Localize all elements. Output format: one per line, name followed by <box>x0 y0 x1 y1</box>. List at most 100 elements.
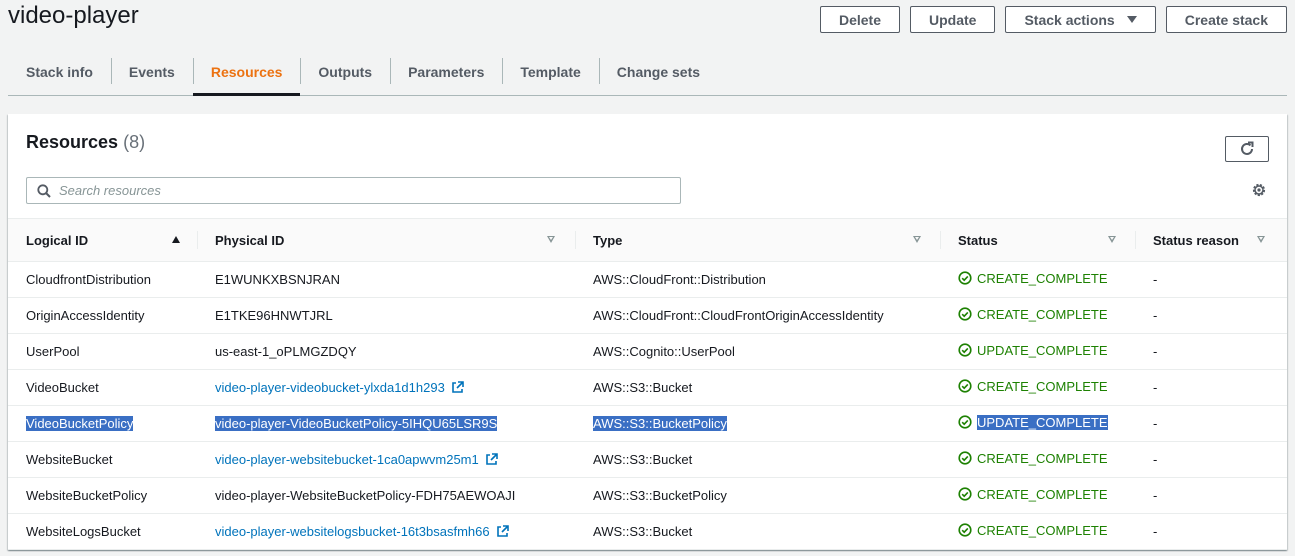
tab-change-sets[interactable]: Change sets <box>598 48 718 95</box>
logical-id-text: VideoBucketPolicy <box>26 416 134 431</box>
table-row[interactable]: WebsiteLogsBucket video-player-websitelog… <box>8 514 1287 550</box>
cell-status: CREATE_COMPLETE <box>940 298 1135 334</box>
delete-button[interactable]: Delete <box>819 6 900 33</box>
status-text: UPDATE_COMPLETE <box>977 342 1108 358</box>
cell-type: AWS::S3::BucketPolicy <box>575 406 940 442</box>
stack-actions-label: Stack actions <box>1024 11 1115 28</box>
cell-type: AWS::S3::BucketPolicy <box>575 478 940 514</box>
settings-button[interactable] <box>1251 182 1267 198</box>
cell-logical-id: WebsiteBucket <box>8 442 197 478</box>
check-circle-icon <box>958 307 972 321</box>
status-reason-text: - <box>1153 452 1158 467</box>
sort-icon <box>1257 236 1265 243</box>
tab-stack-info[interactable]: Stack info <box>8 48 111 95</box>
check-circle-icon <box>958 271 972 285</box>
status-badge: CREATE_COMPLETE <box>958 271 1108 286</box>
update-button[interactable]: Update <box>910 6 996 33</box>
col-status-reason[interactable]: Status reason <box>1135 219 1287 262</box>
cell-physical-id: video-player-websitelogsbucket-16t3bsasf… <box>197 514 575 550</box>
check-circle-icon <box>958 523 972 537</box>
refresh-button[interactable] <box>1225 136 1269 162</box>
status-badge: CREATE_COMPLETE <box>958 523 1108 538</box>
tab-parameters[interactable]: Parameters <box>390 48 502 95</box>
resources-panel: Resources (8) Logical ID <box>8 114 1287 550</box>
search-icon <box>37 183 51 198</box>
status-badge: CREATE_COMPLETE <box>958 451 1108 466</box>
cell-physical-id: us-east-1_oPLMGZDQY <box>197 334 575 370</box>
external-link-icon <box>496 525 509 537</box>
physical-id-text: us-east-1_oPLMGZDQY <box>215 344 357 359</box>
tab-outputs[interactable]: Outputs <box>300 48 390 95</box>
physical-id-link[interactable]: video-player-videobucket-ylxda1d1h293 <box>215 380 464 395</box>
table-row[interactable]: WebsiteBucketPolicy video-player-WebsiteB… <box>8 478 1287 514</box>
cell-physical-id: E1TKE96HNWTJRL <box>197 298 575 334</box>
col-status[interactable]: Status <box>940 219 1135 262</box>
table-row[interactable]: VideoBucket video-player-videobucket-ylxd… <box>8 370 1287 406</box>
resources-heading: Resources (8) <box>26 132 145 153</box>
physical-id-text: video-player-websitebucket-1ca0apwvm25m1 <box>215 452 479 467</box>
status-reason-text: - <box>1153 380 1158 395</box>
cell-logical-id: CloudfrontDistribution <box>8 262 197 298</box>
cell-status: CREATE_COMPLETE <box>940 514 1135 550</box>
external-link-icon <box>452 381 464 393</box>
tab-resources[interactable]: Resources <box>192 48 301 96</box>
sort-icon <box>1108 236 1116 243</box>
table-row[interactable]: UserPool us-east-1_oPLMGZDQY AWS::Cognito:… <box>8 334 1287 370</box>
table-row[interactable]: VideoBucketPolicy video-player-VideoBucke… <box>8 406 1287 442</box>
status-badge: UPDATE_COMPLETE <box>958 414 1108 430</box>
cell-status-reason: - <box>1135 370 1287 406</box>
cell-status: CREATE_COMPLETE <box>940 478 1135 514</box>
status-reason-text: - <box>1153 344 1158 359</box>
col-logical-id[interactable]: Logical ID <box>8 219 197 262</box>
table-row[interactable]: WebsiteBucket video-player-websitebucket-… <box>8 442 1287 478</box>
logical-id-text: UserPool <box>26 344 80 359</box>
type-text: AWS::CloudFront::CloudFrontOriginAccessI… <box>593 308 884 323</box>
create-stack-button[interactable]: Create stack <box>1165 6 1287 33</box>
resources-title: Resources <box>26 132 119 152</box>
cell-status-reason: - <box>1135 262 1287 298</box>
tab-events[interactable]: Events <box>110 48 193 95</box>
cell-status-reason: - <box>1135 406 1287 442</box>
type-text: AWS::Cognito::UserPool <box>593 344 735 359</box>
search-input[interactable] <box>59 183 659 198</box>
cell-type: AWS::S3::Bucket <box>575 514 940 550</box>
logical-id-text: WebsiteLogsBucket <box>26 524 141 539</box>
col-physical-id[interactable]: Physical ID <box>197 219 575 262</box>
physical-id-link[interactable]: video-player-websitebucket-1ca0apwvm25m1 <box>215 452 498 467</box>
tab-template[interactable]: Template <box>502 48 598 95</box>
col-type[interactable]: Type <box>575 219 940 262</box>
col-status-reason-label: Status reason <box>1153 232 1239 248</box>
logical-id-text: VideoBucket <box>26 380 99 395</box>
logical-id-text: WebsiteBucketPolicy <box>26 488 148 503</box>
status-reason-text: - <box>1153 272 1158 287</box>
cell-type: AWS::CloudFront::Distribution <box>575 262 940 298</box>
logical-id-text: WebsiteBucket <box>26 452 113 467</box>
cell-physical-id: E1WUNKXBSNJRAN <box>197 262 575 298</box>
tab-bar: Stack info Events Resources Outputs Para… <box>8 48 1287 96</box>
check-circle-icon <box>958 415 972 429</box>
physical-id-text: video-player-websitelogsbucket-16t3bsasf… <box>215 524 490 539</box>
table-row[interactable]: CloudfrontDistribution E1WUNKXBSNJRAN AWS:… <box>8 262 1287 298</box>
sort-ascending-icon <box>172 236 180 243</box>
table-row[interactable]: OriginAccessIdentity E1TKE96HNWTJRL AWS::C… <box>8 298 1287 334</box>
logical-id-text: OriginAccessIdentity <box>26 308 145 323</box>
stack-actions-button[interactable]: Stack actions <box>1005 6 1156 33</box>
status-text: CREATE_COMPLETE <box>977 450 1108 466</box>
status-text: CREATE_COMPLETE <box>977 306 1108 322</box>
status-badge: UPDATE_COMPLETE <box>958 343 1108 358</box>
caret-down-icon <box>1126 16 1137 23</box>
header-actions: Delete Update Stack actions Create stack <box>819 6 1287 33</box>
search-box <box>26 177 681 204</box>
col-type-label: Type <box>593 232 623 248</box>
gear-icon <box>1252 183 1266 197</box>
physical-id-text: video-player-WebsiteBucketPolicy-FDH75AE… <box>215 488 516 503</box>
type-text: AWS::S3::Bucket <box>593 524 693 539</box>
cell-type: AWS::S3::Bucket <box>575 442 940 478</box>
physical-id-text: E1WUNKXBSNJRAN <box>215 272 340 287</box>
physical-id-text: video-player-VideoBucketPolicy-5IHQU65LS… <box>215 416 498 431</box>
col-logical-id-label: Logical ID <box>26 232 89 248</box>
sort-icon <box>913 236 921 243</box>
cell-status: CREATE_COMPLETE <box>940 370 1135 406</box>
physical-id-link[interactable]: video-player-websitelogsbucket-16t3bsasf… <box>215 524 509 539</box>
status-text: CREATE_COMPLETE <box>977 486 1108 502</box>
